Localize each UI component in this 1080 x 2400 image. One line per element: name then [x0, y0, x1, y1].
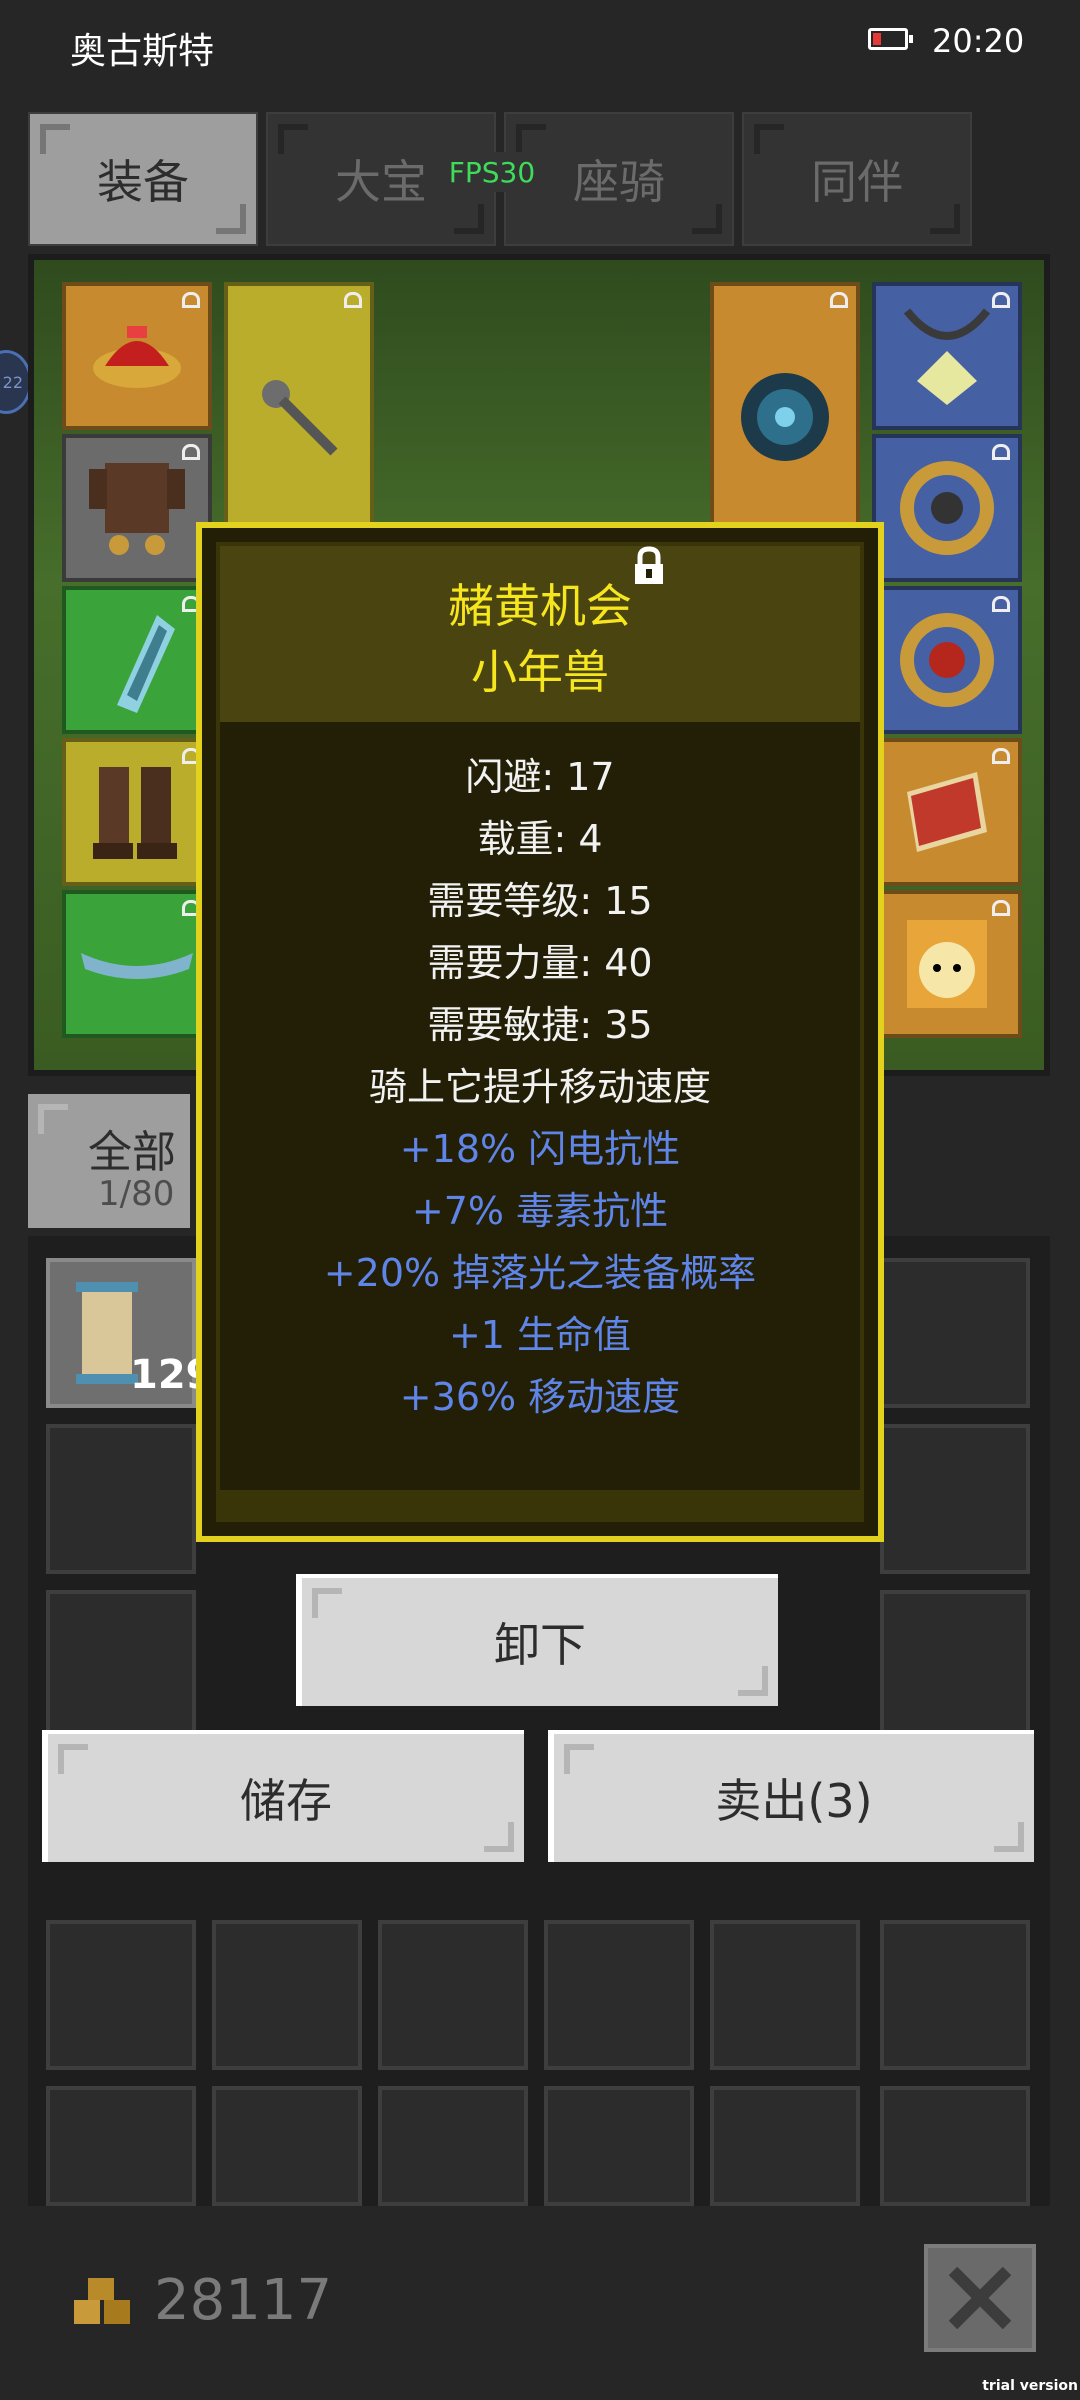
boots-icon	[93, 767, 177, 859]
tab-companion[interactable]: 同伴	[742, 112, 972, 246]
equip-slot-helmet[interactable]	[62, 282, 212, 430]
close-icon	[948, 2266, 1012, 2330]
inventory-slot[interactable]	[880, 1258, 1030, 1408]
trial-watermark: trial version	[982, 2378, 1078, 2394]
inventory-slot[interactable]	[880, 2086, 1030, 2206]
helmet-icon	[93, 326, 181, 388]
equip-slot-gloves[interactable]	[62, 586, 212, 734]
lock-icon	[182, 292, 200, 308]
equip-slot-boots[interactable]	[62, 738, 212, 886]
battery-low-icon	[868, 28, 913, 50]
inventory-slot[interactable]	[46, 2086, 196, 2206]
equip-slot-card[interactable]	[872, 890, 1022, 1038]
equip-slot-ring-2[interactable]	[872, 586, 1022, 734]
tab-label: 座骑	[573, 155, 665, 209]
stat-agility-req: 需要敏捷: 35	[427, 1003, 653, 1047]
inventory-slot[interactable]	[544, 2086, 694, 2206]
bonus-drop-chance: +20% 掉落光之装备概率	[323, 1251, 757, 1295]
inventory-slot[interactable]	[710, 1920, 860, 2070]
tab-label: 装备	[97, 155, 189, 209]
equip-slot-ring-1[interactable]	[872, 434, 1022, 582]
gold-coins-icon	[74, 2278, 130, 2324]
inventory-slot[interactable]	[880, 1920, 1030, 2070]
store-button[interactable]: 储存	[42, 1730, 524, 1862]
unequip-button[interactable]: 卸下	[296, 1574, 778, 1706]
card-icon	[907, 920, 987, 1008]
lock-icon	[830, 292, 848, 308]
inventory-slot[interactable]	[544, 1920, 694, 2070]
amulet-icon	[903, 308, 991, 405]
inventory-slot[interactable]	[212, 1920, 362, 2070]
orb-icon	[741, 373, 829, 462]
inventory-slot[interactable]	[378, 1920, 528, 2070]
inventory-slot[interactable]	[880, 1590, 1030, 1740]
sell-label: 卖出(3)	[715, 1774, 873, 1828]
stat-weight: 载重: 4	[477, 817, 603, 861]
armor-icon	[89, 463, 185, 555]
equip-slot-belt[interactable]	[62, 890, 212, 1038]
inventory-slot[interactable]	[880, 1424, 1030, 1574]
ring-icon	[900, 613, 994, 707]
mace-icon	[262, 380, 338, 456]
inventory-slot[interactable]	[46, 1920, 196, 2070]
bonus-life: +1 生命值	[448, 1313, 632, 1357]
filter-count: 1/80	[98, 1174, 175, 1214]
inventory-slot[interactable]	[378, 2086, 528, 2206]
tab-label: 大宝	[335, 155, 427, 209]
inventory-slot[interactable]	[46, 1424, 196, 1574]
inventory-slot[interactable]	[46, 1590, 196, 1740]
lock-icon	[344, 292, 362, 308]
bonus-lightning-res: +18% 闪电抗性	[399, 1127, 681, 1171]
fps-badge: FPS30	[428, 152, 556, 192]
status-time: 20:20	[932, 22, 1025, 60]
item-name: 赭黄机会	[448, 579, 632, 633]
filter-label: 全部	[88, 1127, 176, 1178]
close-button[interactable]	[924, 2244, 1036, 2352]
sell-button[interactable]: 卖出(3)	[548, 1730, 1034, 1862]
status-bar-title: 奥古斯特	[70, 31, 215, 72]
gauntlet-icon	[117, 615, 175, 713]
equip-slot-amulet[interactable]	[872, 282, 1022, 430]
spellbook-icon	[907, 772, 987, 852]
inventory-slot[interactable]: 129	[46, 1258, 214, 1408]
filter-tab-all[interactable]: 全部 1/80	[28, 1094, 190, 1228]
equip-slot-armor[interactable]	[62, 434, 212, 582]
item-tooltip: 赭黄机会 小年兽 闪避: 17 载重: 4 需要等级: 15 需要力量: 40 …	[196, 522, 884, 1542]
tab-equipment[interactable]: 装备	[28, 112, 258, 246]
stat-dodge: 闪避: 17	[465, 755, 615, 799]
bonus-poison-res: +7% 毒素抗性	[411, 1189, 669, 1233]
lock-icon[interactable]	[632, 546, 666, 586]
stat-level-req: 需要等级: 15	[427, 879, 653, 923]
store-label: 储存	[240, 1774, 332, 1828]
unequip-label: 卸下	[494, 1618, 586, 1672]
gold-amount: 28117	[154, 2268, 333, 2333]
inventory-slot[interactable]	[212, 2086, 362, 2206]
item-subtitle: 小年兽	[471, 645, 609, 699]
tab-label: 同伴	[811, 155, 903, 209]
belt-icon	[81, 953, 193, 979]
bonus-move-speed: +36% 移动速度	[399, 1375, 681, 1419]
ring-icon	[900, 461, 994, 555]
stat-strength-req: 需要力量: 40	[427, 941, 653, 985]
inventory-slot[interactable]	[710, 2086, 860, 2206]
stat-mount-desc: 骑上它提升移动速度	[368, 1065, 711, 1109]
equip-slot-book[interactable]	[872, 738, 1022, 886]
